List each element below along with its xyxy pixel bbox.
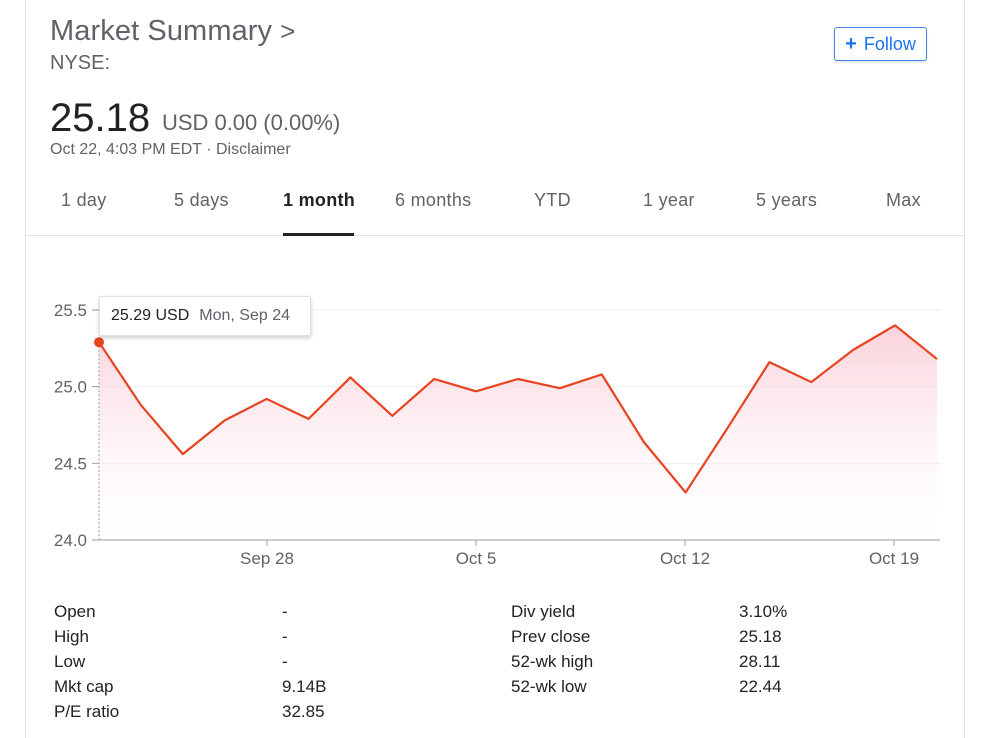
tooltip-date: Mon, Sep 24	[199, 307, 290, 324]
stat-label: 52-wk high	[511, 652, 594, 671]
x-tick-label: Oct 19	[869, 549, 919, 568]
stat-value: -	[282, 627, 288, 646]
stat-value: -	[282, 652, 288, 671]
y-tick-label: 25.0	[54, 378, 87, 397]
stat-value: -	[282, 602, 288, 621]
stat-label: Open	[54, 602, 96, 621]
stat-value: 9.14B	[282, 677, 327, 696]
x-tick-label: Oct 5	[456, 549, 497, 568]
stat-value: 3.10%	[739, 602, 788, 621]
stat-label: Mkt cap	[54, 677, 114, 696]
price-chart[interactable]: 25.5 25.0 24.5 24.0 Sep 28 Oct 5 Oct 12 Oct 19	[0, 0, 982, 738]
x-tick-label: Sep 28	[240, 549, 294, 568]
stat-value: 28.11	[739, 652, 781, 671]
stat-label: Prev close	[511, 627, 591, 646]
chart-tooltip: 25.29 USD Mon, Sep 24	[99, 296, 311, 336]
y-tick-label: 24.5	[54, 454, 87, 473]
stat-label: Div yield	[511, 602, 576, 621]
y-tick-label: 24.0	[54, 531, 87, 550]
stat-label: P/E ratio	[54, 702, 120, 721]
stat-label: High	[54, 627, 89, 646]
stat-value: 22.44	[739, 677, 782, 696]
stat-label: Low	[54, 652, 86, 671]
y-tick-label: 25.5	[54, 301, 87, 320]
price-area-fill	[99, 325, 937, 540]
stat-label: 52-wk low	[511, 677, 587, 696]
tooltip-price: 25.29 USD	[111, 307, 190, 324]
highlight-point	[94, 337, 104, 348]
stat-value: 25.18	[739, 627, 782, 646]
stat-value: 32.85	[282, 702, 325, 721]
x-tick-label: Oct 12	[660, 549, 710, 568]
